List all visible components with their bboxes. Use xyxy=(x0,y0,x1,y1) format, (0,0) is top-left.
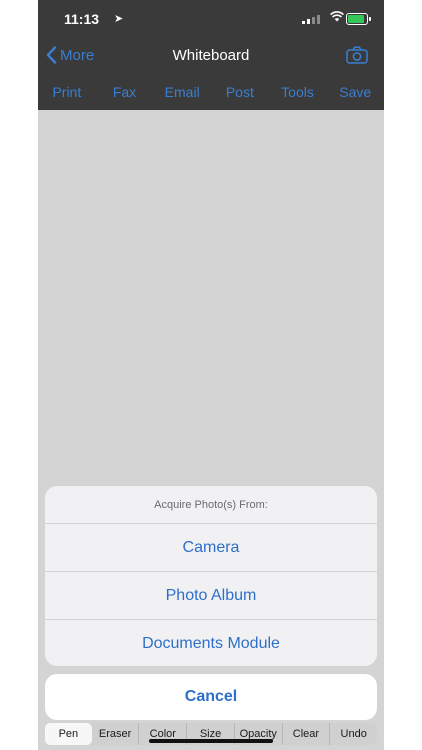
documents-module-option-button[interactable]: Documents Module xyxy=(45,620,377,666)
cancel-button[interactable]: Cancel xyxy=(45,674,377,720)
email-button[interactable]: Email xyxy=(153,84,211,100)
photo-album-option-button[interactable]: Photo Album xyxy=(45,572,377,620)
fax-button[interactable]: Fax xyxy=(96,84,154,100)
print-button[interactable]: Print xyxy=(38,84,96,100)
post-button[interactable]: Post xyxy=(211,84,269,100)
app-screen: 11:13 ➤ More Whiteboard Print Fax Email … xyxy=(38,0,384,750)
cellular-signal-icon xyxy=(302,14,320,24)
camera-option-button[interactable]: Camera xyxy=(45,524,377,572)
eraser-tool-button[interactable]: Eraser xyxy=(92,723,140,745)
camera-icon[interactable] xyxy=(346,46,368,64)
location-arrow-icon: ➤ xyxy=(114,13,124,25)
undo-tool-button[interactable]: Undo xyxy=(330,723,377,745)
tools-button[interactable]: Tools xyxy=(269,84,327,100)
home-indicator xyxy=(149,739,273,743)
page-title: Whiteboard xyxy=(172,47,250,64)
clear-tool-button[interactable]: Clear xyxy=(283,723,331,745)
status-time: 11:13 xyxy=(64,11,100,27)
action-sheet: Acquire Photo(s) From: Camera Photo Albu… xyxy=(45,486,377,666)
navigation-bar: More Whiteboard xyxy=(38,38,384,74)
action-sheet-title: Acquire Photo(s) From: xyxy=(45,486,377,524)
action-toolbar: Print Fax Email Post Tools Save xyxy=(38,74,384,110)
battery-icon xyxy=(346,13,371,25)
status-bar: 11:13 ➤ xyxy=(38,0,384,38)
save-button[interactable]: Save xyxy=(326,84,384,100)
pen-tool-button[interactable]: Pen xyxy=(45,723,92,745)
wifi-icon xyxy=(330,11,344,22)
